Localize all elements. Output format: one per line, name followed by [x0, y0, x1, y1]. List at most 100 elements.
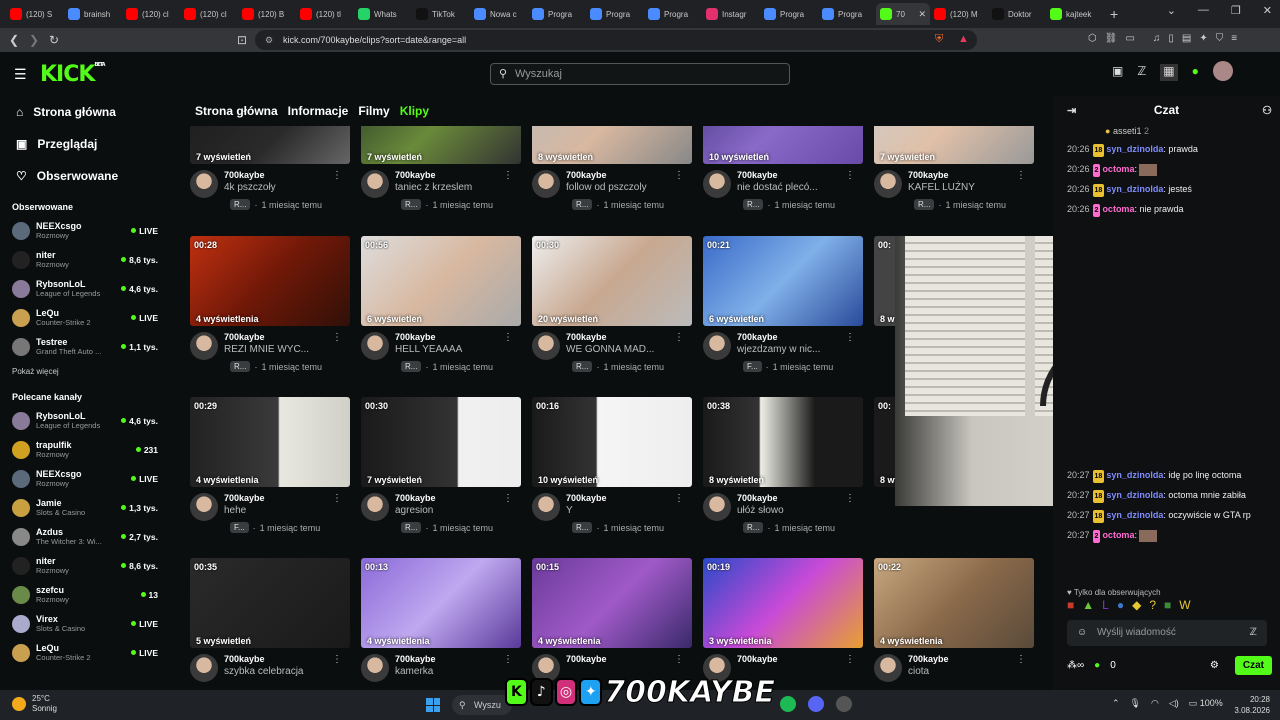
- tab-clips[interactable]: Klipy: [400, 104, 429, 118]
- clip-category-tag[interactable]: R...: [401, 199, 422, 210]
- extension-icon[interactable]: ⬡: [1088, 33, 1097, 44]
- sidebar-nav-heart[interactable]: ♡ Obserwowane: [0, 160, 170, 192]
- clip-title[interactable]: REZI MNIE WYC...: [224, 344, 309, 355]
- emote-icon[interactable]: ●: [1117, 598, 1124, 612]
- sidebar-icon[interactable]: ▯: [1168, 33, 1174, 44]
- clip-author[interactable]: 700kaybe: [395, 332, 462, 342]
- author-avatar[interactable]: [190, 654, 218, 682]
- more-options-icon[interactable]: ⋮: [674, 493, 684, 504]
- search-input[interactable]: ⚲ Wyszukaj: [490, 63, 790, 85]
- brave-shield-icon[interactable]: ⛨: [935, 33, 943, 46]
- channel-item[interactable]: trapulfik Rozmowy 231: [0, 435, 170, 464]
- vpn-icon[interactable]: ⛉: [1216, 33, 1224, 44]
- clip-thumbnail[interactable]: 00:22 4 wyświetlenia: [874, 558, 1034, 648]
- message-user[interactable]: octoma: [1102, 530, 1134, 540]
- more-options-icon[interactable]: ⋮: [503, 493, 513, 504]
- clip-card[interactable]: 00:21 6 wyświetleń 700kaybe wjezdzamy w nic…: [703, 236, 863, 372]
- user-avatar[interactable]: [1212, 61, 1233, 81]
- clip-card[interactable]: 00:15 4 wyświetlenia 700kaybe ⋮: [532, 558, 692, 682]
- wifi-icon[interactable]: ◠: [1151, 698, 1159, 709]
- author-avatar[interactable]: [361, 654, 389, 682]
- weather-widget[interactable]: 25°C Sonnig: [12, 694, 57, 714]
- more-options-icon[interactable]: ⋮: [845, 170, 855, 181]
- clip-thumbnail[interactable]: 00:28 4 wyświetlenia: [190, 236, 350, 326]
- maximize-icon[interactable]: ❐: [1231, 4, 1241, 17]
- channel-item[interactable]: Jamie Slots & Casino 1,3 tys.: [0, 493, 170, 522]
- kick-logo[interactable]: KICKBETA: [40, 62, 106, 87]
- clip-author[interactable]: 700kaybe: [566, 654, 607, 664]
- clip-title[interactable]: agresion: [395, 505, 436, 516]
- close-icon[interactable]: ✕: [1263, 4, 1272, 17]
- more-options-icon[interactable]: ⋮: [503, 654, 513, 665]
- channel-item[interactable]: niter Rozmowy 8,6 tys.: [0, 245, 170, 274]
- emote-icon[interactable]: ■: [1067, 598, 1074, 612]
- mic-icon[interactable]: 🎙: [1130, 698, 1141, 709]
- browser-tab[interactable]: Progra: [586, 3, 644, 25]
- message-user[interactable]: syn_dzinolda: [1106, 184, 1163, 194]
- channel-item[interactable]: RybsonLoL League of Legends 4,6 tys.: [0, 406, 170, 435]
- clip-thumbnail[interactable]: 00:16 10 wyświetleń: [532, 397, 692, 487]
- clock[interactable]: 20:28 3.08.2026: [1234, 694, 1270, 716]
- browser-tab[interactable]: Progra: [644, 3, 702, 25]
- author-avatar[interactable]: [532, 493, 560, 521]
- author-avatar[interactable]: [361, 170, 389, 198]
- clip-category-tag[interactable]: R...: [914, 199, 935, 210]
- clip-card[interactable]: 00:13 4 wyświetlenia 700kaybe kamerka ⋮: [361, 558, 521, 682]
- clip-thumbnail[interactable]: 7 wyświetleń: [874, 126, 1034, 164]
- more-options-icon[interactable]: ⋮: [332, 170, 342, 181]
- clip-category-tag[interactable]: R...: [743, 199, 764, 210]
- clip-card[interactable]: 7 wyświetleń 700kaybe KAFEL LUŹNY ⋮ R... · 1 m…: [874, 126, 1034, 210]
- clip-card[interactable]: 00:19 3 wyświetlenia 700kaybe ⋮: [703, 558, 863, 682]
- emote-icon[interactable]: L: [1102, 598, 1109, 612]
- browser-tab[interactable]: (120) cl: [180, 3, 238, 25]
- browser-tab[interactable]: (120) tl: [296, 3, 354, 25]
- author-avatar[interactable]: [703, 170, 731, 198]
- battery-icon[interactable]: ▭ 100%: [1189, 698, 1223, 709]
- emote-icon[interactable]: W: [1179, 598, 1190, 612]
- settings-icon[interactable]: ⚙: [1210, 660, 1219, 671]
- clip-author[interactable]: 700kaybe: [908, 654, 949, 664]
- author-avatar[interactable]: [361, 493, 389, 521]
- browser-tab[interactable]: Instagr: [702, 3, 760, 25]
- clip-author[interactable]: 700kaybe: [737, 493, 784, 503]
- new-tab-icon[interactable]: +: [1110, 6, 1118, 22]
- clip-title[interactable]: szybka celebracja: [224, 666, 303, 677]
- connections-icon[interactable]: ⁂∞: [1067, 660, 1084, 671]
- windows-start-icon[interactable]: [426, 698, 440, 712]
- emote-icon[interactable]: ◆: [1132, 598, 1141, 612]
- more-options-icon[interactable]: ⋮: [674, 654, 684, 665]
- menu-icon[interactable]: ≡: [1231, 33, 1237, 44]
- link-icon[interactable]: ⛓: [1105, 33, 1118, 44]
- clip-card[interactable]: 00:28 4 wyświetlenia 700kaybe REZI MNIE WYC…: [190, 236, 350, 372]
- clip-thumbnail[interactable]: 00:29 4 wyświetlenia: [190, 397, 350, 487]
- tab-videos[interactable]: Filmy: [358, 104, 389, 118]
- show-more-link[interactable]: Pokaż więcej: [0, 361, 170, 382]
- channel-item[interactable]: Virex Slots & Casino LIVE: [0, 609, 170, 638]
- collapse-chat-icon[interactable]: ⇥: [1067, 104, 1076, 117]
- channel-item[interactable]: Azdus The Witcher 3: Wi... 2,7 tys.: [0, 522, 170, 551]
- clip-card[interactable]: 10 wyświetleń 700kaybe nie dostać plecó...…: [703, 126, 863, 210]
- clip-card[interactable]: 7 wyświetleń 700kaybe 4k pszczoły ⋮ R... · 1 m…: [190, 126, 350, 210]
- browser-tab[interactable]: Progra: [760, 3, 818, 25]
- more-options-icon[interactable]: ⋮: [674, 332, 684, 343]
- more-options-icon[interactable]: ⋮: [845, 654, 855, 665]
- author-avatar[interactable]: [703, 493, 731, 521]
- clip-thumbnail[interactable]: 00:56 6 wyświetleń: [361, 236, 521, 326]
- message-user[interactable]: syn_dzinolda: [1106, 490, 1163, 500]
- clip-title[interactable]: follow od pszczoly: [566, 182, 647, 193]
- clip-title[interactable]: WE GONNA MAD...: [566, 344, 654, 355]
- clip-category-tag[interactable]: R...: [401, 522, 422, 533]
- browser-tab[interactable]: (120) M: [930, 3, 988, 25]
- clip-author[interactable]: 700kaybe: [224, 332, 309, 342]
- app-icon[interactable]: [836, 696, 852, 712]
- clip-title[interactable]: ułóż słowo: [737, 505, 784, 516]
- clip-card[interactable]: 00:30 20 wyświetleń 700kaybe WE GONNA MAD..…: [532, 236, 692, 372]
- clip-card[interactable]: 00:56 6 wyświetleń 700kaybe HELL YEAAAA ⋮ R..…: [361, 236, 521, 372]
- clip-card[interactable]: 00:35 5 wyświetleń 700kaybe szybka celebrac…: [190, 558, 350, 682]
- browser-tab[interactable]: Progra: [818, 3, 876, 25]
- emoji-icon[interactable]: ☺: [1077, 620, 1087, 646]
- volume-icon[interactable]: ◁): [1169, 698, 1179, 709]
- author-avatar[interactable]: [361, 332, 389, 360]
- minimize-icon[interactable]: —: [1198, 4, 1209, 17]
- clip-thumbnail[interactable]: 00:15 4 wyświetlenia: [532, 558, 692, 648]
